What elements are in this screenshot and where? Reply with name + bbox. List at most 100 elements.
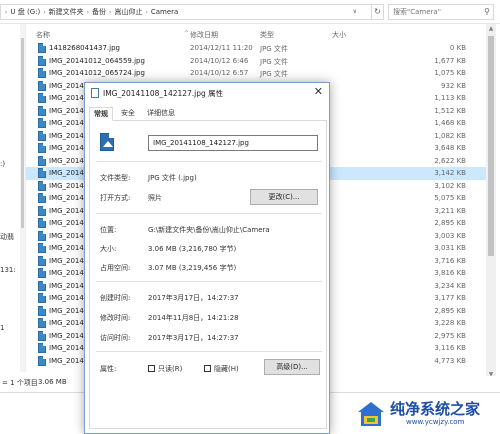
file-size: 3,228 KB bbox=[434, 319, 466, 327]
filename-field[interactable]: IMG_20141108_142127.jpg bbox=[148, 135, 318, 151]
dialog-title-bar: IMG_20141108_142127.jpg 属性 ✕ bbox=[85, 83, 329, 103]
image-file-icon bbox=[38, 330, 46, 341]
image-file-icon bbox=[38, 168, 46, 178]
watermark-url: www.ycwjzy.com bbox=[406, 418, 465, 426]
file-name: IMG_2014 bbox=[49, 131, 84, 140]
breadcrumb-folder-3[interactable]: 嵩山仰止 bbox=[111, 7, 145, 17]
accessed-label: 访问时间: bbox=[100, 334, 131, 342]
modified-label: 修改时间: bbox=[100, 314, 131, 322]
column-header-type[interactable]: 类型 bbox=[260, 30, 274, 40]
file-size: 2,895 KB bbox=[434, 219, 466, 227]
nav-scrollbar[interactable] bbox=[20, 24, 25, 372]
file-size: 4,773 KB bbox=[434, 356, 466, 365]
scroll-up-icon[interactable]: ▲ bbox=[486, 24, 496, 34]
accessed-value: 2017年3月17日，14:27:37 bbox=[148, 334, 239, 342]
open-with-label: 打开方式: bbox=[100, 194, 131, 202]
file-size: 1,512 KB bbox=[434, 106, 466, 115]
file-size: 3,648 KB bbox=[434, 144, 466, 152]
search-icon[interactable]: ⚲ bbox=[484, 5, 490, 19]
image-file-icon bbox=[38, 305, 46, 316]
watermark: 纯净系统之家 www.ycwjzy.com bbox=[348, 396, 496, 430]
divider bbox=[96, 351, 322, 352]
dialog-tabs: 常规 安全 详细信息 bbox=[89, 107, 327, 121]
image-file-icon bbox=[38, 80, 46, 91]
image-file-icon bbox=[38, 55, 46, 66]
status-selected-size: 3.06 MB bbox=[38, 378, 67, 386]
image-file-icon bbox=[38, 318, 46, 328]
column-header-name[interactable]: 名称 bbox=[36, 30, 50, 40]
file-name: IMG_2014 bbox=[49, 156, 84, 165]
column-headers: ^ 名称 修改日期 类型 大小 bbox=[26, 28, 496, 42]
file-name: IMG_2014 bbox=[49, 281, 84, 290]
image-file-icon bbox=[38, 218, 46, 228]
breadcrumb-current[interactable]: Camera bbox=[148, 8, 181, 16]
table-row[interactable]: 1418268041437.jpg 2014/12/11 11:20 JPG 文件 0… bbox=[26, 42, 496, 55]
file-size: 1,082 KB bbox=[434, 131, 466, 140]
tab-security[interactable]: 安全 bbox=[117, 107, 139, 121]
advanced-button[interactable]: 高级(D)... bbox=[264, 359, 320, 375]
chevron-down-icon[interactable]: ∨ bbox=[353, 8, 357, 15]
modified-value: 2014年11月8日，14:21:28 bbox=[148, 314, 239, 322]
mountain-icon bbox=[103, 141, 113, 147]
file-size: 2,622 KB bbox=[434, 156, 466, 165]
file-name: IMG_2014 bbox=[49, 244, 84, 252]
refresh-icon[interactable]: ↻ bbox=[372, 4, 384, 20]
hidden-checkbox[interactable] bbox=[204, 365, 211, 372]
file-name: IMG_2014 bbox=[49, 119, 84, 127]
hidden-label[interactable]: 隐藏(H) bbox=[214, 364, 239, 374]
breadcrumb-folder-1[interactable]: 新建文件夹 bbox=[46, 7, 87, 17]
file-name: IMG_2014 bbox=[49, 106, 84, 115]
size-label: 大小: bbox=[100, 245, 117, 253]
file-list-scrollbar[interactable]: ▲ ▼ bbox=[486, 24, 496, 380]
general-panel: IMG_20141108_142127.jpg 文件类型: JPG 文件 (.j… bbox=[89, 121, 327, 429]
file-size: 3,003 KB bbox=[434, 231, 466, 240]
change-button[interactable]: 更改(C)... bbox=[250, 189, 318, 205]
file-name: 1418268041437.jpg bbox=[49, 44, 120, 52]
search-placeholder: 搜索"Camera" bbox=[393, 8, 441, 16]
file-type: JPG 文件 bbox=[260, 45, 288, 53]
file-name: IMG_20141012_064559.jpg bbox=[49, 56, 145, 65]
file-name: IMG_2014 bbox=[49, 269, 84, 277]
nav-scroll-thumb[interactable] bbox=[21, 38, 24, 228]
tab-details[interactable]: 详细信息 bbox=[143, 107, 179, 121]
file-size: 1,075 KB bbox=[434, 69, 466, 77]
image-file-icon bbox=[38, 130, 46, 141]
file-name: IMG_2014 bbox=[49, 231, 84, 240]
breadcrumb-drive[interactable]: U 盘 (G:) bbox=[7, 7, 43, 17]
created-value: 2017年3月17日，14:27:37 bbox=[148, 294, 239, 302]
house-logo-icon bbox=[358, 402, 384, 426]
address-bar[interactable]: › U 盘 (G:) › 新建文件夹 › 备份 › 嵩山仰止 › Camera … bbox=[0, 4, 372, 20]
location-label: 位置: bbox=[100, 226, 117, 234]
navigation-pane[interactable]: :) 动翡 131: 1 bbox=[0, 24, 26, 372]
image-file-icon bbox=[38, 68, 46, 78]
search-input[interactable]: 搜索"Camera" ⚲ bbox=[388, 4, 494, 20]
file-name: IMG_2014 bbox=[49, 294, 84, 302]
file-date: 2014/10/12 6:46 bbox=[190, 56, 249, 65]
nav-fragment: 131: bbox=[0, 266, 16, 274]
file-name: IMG_2014 bbox=[49, 144, 84, 152]
file-size: 2,975 KB bbox=[434, 331, 466, 340]
scroll-thumb[interactable] bbox=[488, 36, 494, 256]
file-size: 3,816 KB bbox=[434, 269, 466, 277]
disk-size-value: 3.07 MB (3,219,456 字节) bbox=[148, 264, 237, 272]
sort-up-icon: ^ bbox=[184, 30, 190, 37]
divider bbox=[96, 213, 322, 214]
file-name: IMG_2014 bbox=[49, 94, 84, 102]
nav-fragment: 动翡 bbox=[0, 233, 14, 241]
file-size: 1,113 KB bbox=[434, 94, 466, 102]
file-size: 3,234 KB bbox=[434, 281, 466, 290]
column-header-date[interactable]: 修改日期 bbox=[190, 30, 218, 40]
close-icon[interactable]: ✕ bbox=[314, 86, 323, 98]
file-size: 3,116 KB bbox=[434, 344, 466, 352]
properties-dialog: IMG_20141108_142127.jpg 属性 ✕ 常规 安全 详细信息 … bbox=[84, 82, 330, 434]
column-header-size[interactable]: 大小 bbox=[332, 30, 346, 40]
image-file-icon bbox=[38, 280, 46, 291]
readonly-checkbox[interactable] bbox=[148, 365, 155, 372]
readonly-label[interactable]: 只读(R) bbox=[158, 364, 182, 374]
table-row[interactable]: IMG_20141012_064559.jpg 2014/10/12 6:46 JP… bbox=[26, 55, 496, 68]
table-row[interactable]: IMG_20141012_065724.jpg 2014/10/12 6:57 JP… bbox=[26, 67, 496, 80]
file-type: JPG 文件 bbox=[260, 57, 288, 66]
tab-general[interactable]: 常规 bbox=[89, 107, 113, 121]
image-file-icon bbox=[91, 88, 99, 98]
breadcrumb-folder-2[interactable]: 备份 bbox=[89, 7, 109, 17]
